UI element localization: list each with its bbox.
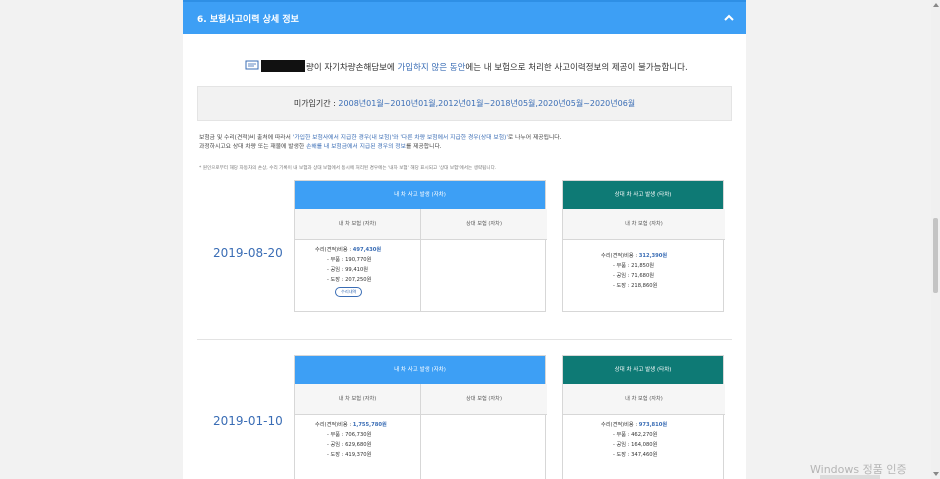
other-my-insurance-col: 내 차 보험 (자차): [563, 384, 725, 415]
record-divider: [197, 339, 732, 340]
column-divider: [420, 209, 421, 311]
my-accident-box: 내 차 사고 발생 (자차) 내 차 보험 (자차) 상대 보험 (자차) 수리…: [294, 355, 547, 479]
repair-amount: 973,810원: [638, 422, 668, 428]
other-accident-box: 상대 차 사고 발생 (타차) 내 차 보험 (자차) 수리(견적)비용 : 3…: [562, 180, 725, 312]
desc-line1-b: 로 나누어 제공됩니다.: [507, 135, 562, 141]
other-accident-header: 상대 차 사고 발생 (타차): [563, 181, 723, 209]
notice-text-a: 량이 자기차량손해담보에: [306, 63, 398, 73]
paint-cost: - 도장 : 207,250원: [327, 277, 372, 283]
my-repair-cost: 수리(견적)비용 : 1,755,780원 - 부품 : 706,730원 - …: [315, 420, 387, 460]
scroll-down-icon[interactable]: [933, 472, 939, 476]
accident-history-panel: 6. 보험사고이력 상세 정보 량이 자기차량손해담보에 가입하지 않은 동안에…: [183, 0, 746, 479]
car-document-icon: [245, 60, 259, 70]
parts-cost: - 부품 : 462,270원: [613, 432, 658, 438]
labor-cost: - 공임 : 71,680원: [613, 273, 655, 279]
period-label: 미가입기간 :: [293, 99, 339, 108]
notice-text-highlight: 가입하지 않은 동안: [397, 63, 466, 73]
repair-label: 수리(견적)비용 :: [601, 253, 639, 259]
my-insurance-col: 내 차 보험 (자차): [295, 209, 420, 240]
labor-cost: - 공임 : 164,080원: [613, 442, 658, 448]
scrollbar-thumb[interactable]: [933, 218, 938, 293]
repair-detail-button[interactable]: 수리내역: [335, 287, 363, 297]
labor-cost: - 공임 : 629,680원: [327, 442, 372, 448]
watermark-subtext: [820, 475, 880, 479]
paint-cost: - 도장 : 419,370원: [327, 452, 372, 458]
desc-line1-a: 보험금 및 수리(견적)비 출처에 따라서: [199, 135, 293, 141]
notice-text-b: 에는 내 보험으로 처리한 사고이력정보의 제공이 불가능합니다.: [465, 63, 688, 73]
desc-line1-highlight: '가입한 보험사에서 지급한 경우(내 보험)'와 '다른 차량 보험에서 지급…: [292, 135, 508, 141]
paint-cost: - 도장 : 218,860원: [613, 283, 658, 289]
uninsured-period-box: 미가입기간 : 2008년01월~2010년01월,2012년01월~2018년…: [197, 86, 732, 121]
description-text: 보험금 및 수리(견적)비 출처에 따라서 '가입한 보험사에서 지급한 경우(…: [199, 134, 729, 152]
record-date: 2019-01-10: [213, 414, 283, 428]
repair-label: 수리(견적)비용 :: [601, 422, 639, 428]
chevron-up-icon[interactable]: [722, 11, 736, 25]
my-repair-cost: 수리(견적)비용 : 497,430원 - 부품 : 190,770원 - 공임…: [315, 245, 381, 297]
panel-title: 6. 보험사고이력 상세 정보: [197, 15, 299, 25]
parts-cost: - 부품 : 190,770원: [327, 257, 372, 263]
labor-cost: - 공임 : 99,410원: [327, 267, 369, 273]
panel-header[interactable]: 6. 보험사고이력 상세 정보: [183, 0, 746, 34]
other-insurance-col: 상대 보험 (자차): [421, 209, 547, 240]
other-accident-box: 상대 차 사고 발생 (타차) 내 차 보험 (자차) 수리(견적)비용 : 9…: [562, 355, 725, 479]
desc-line2-highlight: 손해를 내 보험금에서 지급된 경우의 정보: [306, 144, 406, 150]
parts-cost: - 부품 : 21,850원: [613, 263, 655, 269]
desc-line2-a: 과정하시고요 상대 차량 또는 재물에 발생한: [199, 144, 307, 150]
record-date: 2019-08-20: [213, 246, 283, 260]
repair-amount: 497,430원: [352, 247, 382, 253]
repair-label: 수리(견적)비용 :: [315, 422, 353, 428]
my-accident-header: 내 차 사고 발생 (자차): [295, 356, 545, 384]
redacted-vehicle-number: [261, 60, 305, 72]
repair-amount: 312,390원: [638, 253, 668, 259]
my-accident-box: 내 차 사고 발생 (자차) 내 차 보험 (자차) 상대 보험 (자차) 수리…: [294, 180, 547, 312]
desc-line2-b: 를 제공합니다.: [405, 144, 442, 150]
parts-cost: - 부품 : 706,730원: [327, 432, 372, 438]
page-scrollbar[interactable]: [931, 0, 940, 479]
my-insurance-col: 내 차 보험 (자차): [295, 384, 420, 415]
repair-amount: 1,755,780원: [352, 422, 387, 428]
other-accident-header: 상대 차 사고 발생 (타차): [563, 356, 723, 384]
other-repair-cost: 수리(견적)비용 : 973,810원 - 부품 : 462,270원 - 공임…: [601, 420, 667, 460]
paint-cost: - 도장 : 347,460원: [613, 452, 658, 458]
other-my-insurance-col: 내 차 보험 (자차): [563, 209, 725, 240]
period-value: 2008년01월~2010년01월,2012년01월~2018년05월,2020…: [338, 99, 636, 108]
column-divider: [420, 384, 421, 479]
scroll-up-icon[interactable]: [933, 3, 939, 7]
repair-label: 수리(견적)비용 :: [315, 247, 353, 253]
other-insurance-col: 상대 보험 (자차): [421, 384, 547, 415]
my-accident-header: 내 차 사고 발생 (자차): [295, 181, 545, 209]
other-repair-cost: 수리(견적)비용 : 312,390원 - 부품 : 21,850원 - 공임 …: [601, 251, 667, 291]
footnote: * 원인으로부터 해당 자동차의 손상, 수리 기록이 내 보험과 상대 보험에…: [199, 166, 497, 171]
notice-text: 량이 자기차량손해담보에 가입하지 않은 동안에는 내 보험으로 처리한 사고이…: [245, 60, 715, 74]
